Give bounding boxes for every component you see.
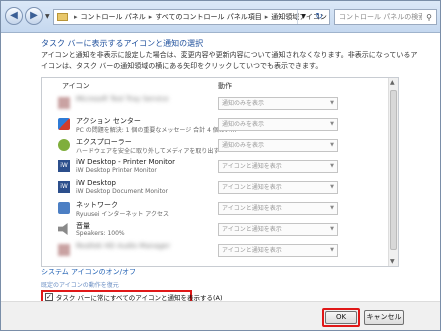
row-description: ハードウェアを安全に取り外してメディアを取り出す — [76, 148, 220, 155]
icon-list-row: エクスプローラー ハードウェアを安全に取り外してメディアを取り出す 通知のみを表示 ▼ — [42, 136, 388, 156]
scroll-down-icon[interactable]: ▼ — [390, 258, 395, 265]
behavior-select[interactable]: 通知のみを表示 ▼ — [218, 97, 338, 110]
always-show-checkbox[interactable]: ✓ — [45, 292, 53, 301]
search-icon[interactable]: ⚲ — [422, 13, 436, 22]
behavior-select-value: 通知のみを表示 — [222, 142, 265, 149]
chevron-down-icon: ▼ — [330, 226, 334, 232]
blurred-icon — [58, 244, 70, 256]
behavior-select[interactable]: アイコンと通知を表示 ▼ — [218, 223, 338, 236]
recent-pages-dropdown-icon[interactable]: ▼ — [45, 13, 50, 20]
icon-list-header: アイコン 動作 — [42, 78, 398, 92]
back-button[interactable]: ◀ — [5, 7, 23, 25]
flag-icon — [58, 118, 70, 130]
breadcrumb-separator[interactable]: ▸ — [74, 13, 78, 21]
breadcrumb-control-panel[interactable]: コントロール パネル — [81, 12, 146, 22]
icon-list-row: iW iW Desktop - Printer Monitor iW Desktop… — [42, 157, 388, 177]
behavior-select[interactable]: 通知のみを表示 ▼ — [218, 139, 338, 152]
iw-icon: iW — [58, 181, 70, 193]
icon-list-row: 音量 Speakers: 100% アイコンと通知を表示 ▼ — [42, 220, 388, 240]
chevron-down-icon: ▼ — [330, 163, 334, 169]
behavior-select-value: アイコンと通知を表示 — [222, 163, 282, 170]
row-description: PC の問題を解決: 1 個の重要なメッセージ 合計 4 個のメ... — [76, 127, 237, 134]
search-input[interactable]: コントロール パネルの検索 — [339, 12, 422, 22]
address-dropdown-icon[interactable]: ▼ — [297, 10, 309, 24]
row-name: iW Desktop — [76, 179, 116, 187]
chevron-down-icon: ▼ — [330, 184, 334, 190]
behavior-select-value: 通知のみを表示 — [222, 121, 265, 128]
chevron-down-icon: ▼ — [330, 142, 334, 148]
main-content: タスク バーに表示するアイコンと通知の選択 アイコンと通知を非表示に設定した場合… — [1, 34, 440, 301]
icon-list-row: ネットワーク Ryuusei インターネット アクセス アイコンと通知を表示 ▼ — [42, 199, 388, 219]
address-field[interactable]: ▸ コントロール パネル ▸ すべてのコントロール パネル項目 ▸ 通知領域アイ… — [53, 9, 330, 25]
ok-button[interactable]: OK — [325, 311, 357, 324]
behavior-select-value: アイコンと通知を表示 — [222, 247, 282, 254]
restore-default-behaviors-link[interactable]: 既定のアイコンの動作を復元 — [41, 280, 119, 289]
ok-button-highlight: OK — [322, 308, 360, 327]
row-name: iW Desktop - Printer Monitor — [76, 158, 176, 166]
icon-list-row: Realtek HD Audio Manager アイコンと通知を表示 ▼ — [42, 241, 388, 261]
always-show-label[interactable]: タスク バーに常にすべてのアイコンと通知を表示する(A) — [56, 292, 223, 302]
cancel-button[interactable]: キャンセル — [364, 310, 404, 325]
address-bar-area: ◀ ▶ ▼ ▸ コントロール パネル ▸ すべてのコントロール パネル項目 ▸ … — [1, 1, 440, 33]
row-description: Speakers: 100% — [76, 230, 125, 237]
icon-list-row: Microsoft Tool Tray Service 通知のみを表示 ▼ — [42, 94, 388, 114]
vol-icon — [58, 223, 68, 235]
refresh-icon[interactable]: ↻ — [311, 10, 327, 24]
chevron-down-icon: ▼ — [330, 121, 334, 127]
behavior-select[interactable]: アイコンと通知を表示 ▼ — [218, 202, 338, 215]
eject-icon — [58, 139, 70, 151]
search-box[interactable]: コントロール パネルの検索 ⚲ — [334, 9, 437, 25]
system-icons-link[interactable]: システム アイコンのオン/オフ — [41, 267, 136, 277]
always-show-highlight: ✓ タスク バーに常にすべてのアイコンと通知を表示する(A) — [41, 290, 223, 301]
forward-button[interactable]: ▶ — [25, 7, 43, 25]
chevron-down-icon: ▼ — [330, 205, 334, 211]
dialog-footer: OK キャンセル — [1, 301, 440, 330]
scrollbar-thumb[interactable] — [390, 90, 397, 250]
scroll-up-icon[interactable]: ▲ — [390, 79, 395, 86]
row-name: Realtek HD Audio Manager — [76, 242, 171, 250]
behavior-select[interactable]: アイコンと通知を表示 ▼ — [218, 160, 338, 173]
net-icon — [58, 202, 70, 214]
behavior-select-value: アイコンと通知を表示 — [222, 184, 282, 191]
iw-icon: iW — [58, 160, 70, 172]
breadcrumb-all-items[interactable]: すべてのコントロール パネル項目 — [155, 12, 261, 22]
behavior-select[interactable]: アイコンと通知を表示 ▼ — [218, 244, 338, 257]
breadcrumb-separator[interactable]: ▸ — [265, 13, 269, 21]
row-description: iW Desktop Document Monitor — [76, 188, 168, 195]
row-name: Microsoft Tool Tray Service — [76, 95, 169, 103]
row-description: iW Desktop Printer Monitor — [76, 167, 157, 174]
page-description: アイコンと通知を非表示に設定した場合は、変更内容や更新内容について通知されなくな… — [41, 51, 418, 70]
row-description: Ryuusei インターネット アクセス — [76, 211, 169, 218]
page-title: タスク バーに表示するアイコンと通知の選択 — [41, 39, 204, 48]
icon-list: アイコン 動作 Microsoft Tool Tray Service 通知のみを… — [41, 77, 399, 267]
notification-area-icons-window: ◀ ▶ ▼ ▸ コントロール パネル ▸ すべてのコントロール パネル項目 ▸ … — [0, 0, 441, 331]
column-header-behavior: 動作 — [218, 82, 232, 90]
chevron-down-icon: ▼ — [330, 247, 334, 253]
blurred-icon — [58, 97, 70, 109]
behavior-select-value: アイコンと通知を表示 — [222, 205, 282, 212]
behavior-select[interactable]: アイコンと通知を表示 ▼ — [218, 181, 338, 194]
chevron-down-icon: ▼ — [330, 100, 334, 106]
control-panel-folder-icon — [57, 13, 68, 21]
behavior-select-value: 通知のみを表示 — [222, 100, 265, 107]
behavior-select[interactable]: 通知のみを表示 ▼ — [218, 118, 338, 131]
behavior-select-value: アイコンと通知を表示 — [222, 226, 282, 233]
icon-list-row: アクション センター PC の問題を解決: 1 個の重要なメッセージ 合計 4 個… — [42, 115, 388, 135]
icon-list-row: iW iW Desktop iW Desktop Document Monitor ア… — [42, 178, 388, 198]
breadcrumb-separator[interactable]: ▸ — [149, 13, 153, 21]
vertical-scrollbar[interactable]: ▲ ▼ — [388, 78, 398, 266]
column-header-icon: アイコン — [62, 82, 90, 90]
